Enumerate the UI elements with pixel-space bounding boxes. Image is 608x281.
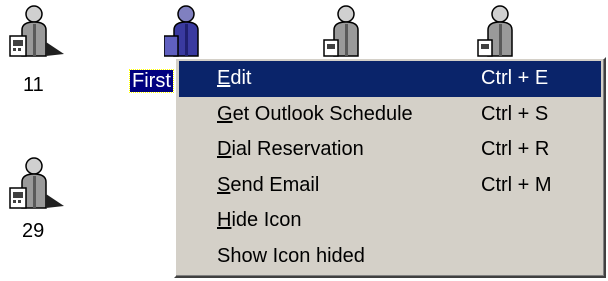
accelerator-key: G [217, 102, 233, 125]
person-phone-icon [477, 5, 513, 57]
menu-item-label: dit [230, 67, 252, 89]
menu-item-hide-icon[interactable]: Hide Icon [179, 203, 601, 239]
icon-label: 11 [23, 74, 44, 96]
person-phone-icon [9, 5, 64, 57]
context-menu: Edit Ctrl + E Get Outlook Schedule Ctrl … [174, 57, 606, 278]
person-icon-29[interactable]: 29 [0, 152, 64, 244]
menu-item-send-email[interactable]: Send Email Ctrl + M [179, 168, 601, 204]
icon-label: 29 [22, 220, 45, 242]
menu-item-label: Show Icon hided [217, 244, 365, 267]
menu-item-show-icon-hided[interactable]: Show Icon hided [179, 239, 601, 275]
menu-item-shortcut: Ctrl + R [481, 138, 550, 160]
person-icon-3[interactable] [316, 0, 380, 60]
menu-item-label: end Email [230, 173, 320, 196]
accelerator-key: H [217, 209, 232, 231]
menu-item-shortcut: Ctrl + S [481, 102, 549, 125]
person-phone-icon [164, 5, 199, 57]
menu-item-shortcut: Ctrl + M [481, 173, 552, 196]
menu-item-dial-reservation[interactable]: Dial Reservation Ctrl + R [179, 132, 601, 168]
accelerator-key: D [217, 138, 232, 160]
person-phone-icon [9, 157, 64, 209]
person-icon-4[interactable] [468, 0, 532, 60]
menu-item-shortcut: Ctrl + E [481, 67, 549, 89]
accelerator-key: E [217, 67, 231, 89]
icon-label-selected: First [129, 69, 174, 93]
menu-item-get-outlook-schedule[interactable]: Get Outlook Schedule Ctrl + S [179, 97, 601, 133]
menu-item-label: ide Icon [231, 209, 302, 231]
person-phone-icon [323, 5, 359, 57]
person-icon-11[interactable]: 11 [0, 0, 64, 96]
accelerator-key: S [217, 173, 231, 196]
menu-item-edit[interactable]: Edit Ctrl + E [179, 61, 601, 97]
menu-item-label: ial Reservation [231, 138, 364, 160]
menu-item-label: et Outlook Schedule [232, 102, 413, 125]
